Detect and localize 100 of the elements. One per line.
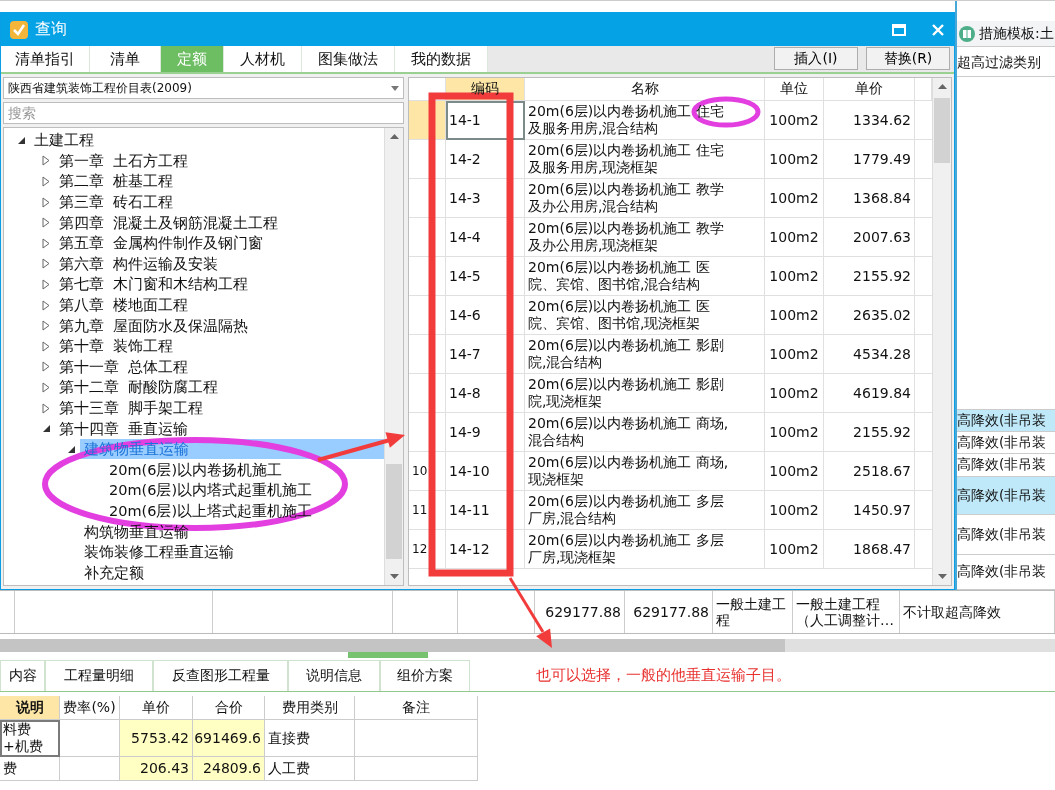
table-cell[interactable]: 100m2 xyxy=(765,335,824,374)
expand-triangle-icon[interactable] xyxy=(42,237,50,249)
expand-triangle-icon[interactable] xyxy=(42,196,50,208)
table-cell[interactable]: 100m2 xyxy=(765,491,824,530)
table-cell[interactable]: 14-12 xyxy=(446,530,525,569)
table-cell[interactable]: 2518.67 xyxy=(824,452,915,491)
expand-triangle-icon[interactable] xyxy=(42,278,50,290)
table-cell[interactable]: 2007.63 xyxy=(824,218,915,257)
collapse-triangle-icon[interactable] xyxy=(41,424,51,434)
table-cell[interactable]: 1368.84 xyxy=(824,179,915,218)
table-cell[interactable]: 14-1 xyxy=(446,101,525,140)
table-cell[interactable]: 2155.92 xyxy=(824,413,915,452)
scrollbar[interactable] xyxy=(0,639,1055,652)
tab[interactable]: 说明信息 xyxy=(288,660,380,691)
tree-item[interactable]: 第十章 装饰工程 xyxy=(55,336,384,357)
table-cell[interactable]: 4534.28 xyxy=(824,335,915,374)
collapse-triangle-icon[interactable] xyxy=(66,444,76,454)
table-cell[interactable]: 1334.62 xyxy=(824,101,915,140)
tab[interactable]: 我的数据 xyxy=(395,46,488,72)
tree-item[interactable]: 补充定额 xyxy=(80,562,384,583)
maximize-icon[interactable] xyxy=(892,23,906,36)
table-cell[interactable]: 14-2 xyxy=(446,140,525,179)
tab[interactable]: 反查图形工程量 xyxy=(153,660,288,691)
tab[interactable]: 人材机 xyxy=(224,46,302,72)
toolbar-button[interactable]: 插入(I) xyxy=(774,47,858,70)
tree-item[interactable]: 第二章 桩基工程 xyxy=(55,171,384,192)
table-cell[interactable]: 100m2 xyxy=(765,374,824,413)
table-cell[interactable]: 20m(6层)以内卷扬机施工 影剧院,现浇框架 xyxy=(525,374,765,413)
expand-triangle-icon[interactable] xyxy=(42,176,50,187)
scrollbar-thumb[interactable] xyxy=(934,98,950,163)
table-cell[interactable]: 14-4 xyxy=(446,218,525,257)
table-cell[interactable]: 100m2 xyxy=(765,101,824,140)
table-cell[interactable]: 14-8 xyxy=(446,374,525,413)
table-cell[interactable]: 100m2 xyxy=(765,452,824,491)
table-cell[interactable]: 2155.92 xyxy=(824,257,915,296)
scrollbar-thumb[interactable] xyxy=(386,464,402,559)
scrollbar[interactable] xyxy=(932,78,951,585)
expand-triangle-icon[interactable] xyxy=(42,258,50,270)
splitter-handle[interactable] xyxy=(348,652,428,658)
tab[interactable]: 组价方案 xyxy=(380,660,470,691)
table-cell[interactable]: 1868.47 xyxy=(824,530,915,569)
tree-item[interactable]: 装饰装修工程垂直运输 xyxy=(80,542,384,563)
expand-triangle-icon[interactable] xyxy=(42,217,50,229)
expand-triangle-icon[interactable] xyxy=(42,381,50,393)
search-field[interactable]: 搜索 xyxy=(3,102,404,124)
table-cell[interactable]: 20m(6层)以内卷扬机施工 商场,混合结构 xyxy=(525,413,765,452)
table-cell[interactable]: 100m2 xyxy=(765,530,824,569)
table-cell[interactable]: 20m(6层)以内卷扬机施工 医院、宾馆、图书馆,现浇框架 xyxy=(525,296,765,335)
table-cell[interactable]: 100m2 xyxy=(765,296,824,335)
table-cell[interactable]: 14-9 xyxy=(446,413,525,452)
table-cell[interactable]: 14-10 xyxy=(446,452,525,491)
table-cell[interactable]: 20m(6层)以内卷扬机施工 影剧院,混合结构 xyxy=(525,335,765,374)
expand-triangle-icon[interactable] xyxy=(42,340,50,352)
tab[interactable]: 清单指引 xyxy=(1,46,90,72)
tree-item[interactable]: 20m(6层)以内塔式起重机施工 xyxy=(105,480,384,501)
table-cell[interactable]: 20m(6层)以内卷扬机施工 医院、宾馆、图书馆,混合结构 xyxy=(525,257,765,296)
expand-triangle-icon[interactable] xyxy=(42,361,50,373)
table-cell[interactable]: 20m(6层)以内卷扬机施工 教学及办公用房,混合结构 xyxy=(525,179,765,218)
expand-triangle-icon[interactable] xyxy=(42,320,50,332)
expand-triangle-icon[interactable] xyxy=(42,155,50,167)
table-cell[interactable]: 100m2 xyxy=(765,257,824,296)
scrollbar[interactable] xyxy=(384,128,403,585)
tree-item[interactable]: 第六章 构件运输及安装 xyxy=(55,253,384,274)
tree-item[interactable]: 第三章 砖石工程 xyxy=(55,192,384,213)
table-cell[interactable]: 100m2 xyxy=(765,413,824,452)
table-cell[interactable]: 14-5 xyxy=(446,257,525,296)
table-cell[interactable]: 100m2 xyxy=(765,179,824,218)
table-cell[interactable]: 14-6 xyxy=(446,296,525,335)
library-dropdown[interactable]: 陕西省建筑装饰工程价目表(2009) xyxy=(3,77,404,99)
tab[interactable]: 清单 xyxy=(90,46,161,72)
tree-item[interactable]: 第十四章 垂直运输 xyxy=(55,418,384,439)
table-cell[interactable]: 2635.02 xyxy=(824,296,915,335)
table-cell[interactable]: 100m2 xyxy=(765,218,824,257)
table-cell[interactable]: 20m(6层)以内卷扬机施工 住宅及服务用房,混合结构 xyxy=(525,101,765,140)
expand-triangle-icon[interactable] xyxy=(42,402,50,414)
table-cell[interactable]: 14-7 xyxy=(446,335,525,374)
table-cell[interactable]: 1779.49 xyxy=(824,140,915,179)
table-cell[interactable]: 4619.84 xyxy=(824,374,915,413)
tree-item[interactable]: 第十一章 总体工程 xyxy=(55,356,384,377)
tab[interactable]: 内容 xyxy=(0,660,45,691)
tab[interactable]: 图集做法 xyxy=(302,46,395,72)
tree-item[interactable]: 第九章 屋面防水及保温隔热 xyxy=(55,315,384,336)
table-cell[interactable]: 14-11 xyxy=(446,491,525,530)
collapse-triangle-icon[interactable] xyxy=(16,135,26,145)
tree-item[interactable]: 20m(6层)以内卷扬机施工 xyxy=(105,459,384,480)
expand-triangle-icon[interactable] xyxy=(42,299,50,311)
table-cell[interactable]: 20m(6层)以内卷扬机施工 住宅及服务用房,现浇框架 xyxy=(525,140,765,179)
tree-item[interactable]: 第一章 土石方工程 xyxy=(55,150,384,171)
tree-item[interactable]: 第四章 混凝土及钢筋混凝土工程 xyxy=(55,212,384,233)
tree-item[interactable]: 第十三章 脚手架工程 xyxy=(55,398,384,418)
table-cell[interactable]: 100m2 xyxy=(765,140,824,179)
table-cell[interactable]: 1450.97 xyxy=(824,491,915,530)
table-cell[interactable]: 20m(6层)以内卷扬机施工 多层厂房,混合结构 xyxy=(525,491,765,530)
table-cell[interactable]: 14-3 xyxy=(446,179,525,218)
table-cell[interactable]: 20m(6层)以内卷扬机施工 教学及办公用房,现浇框架 xyxy=(525,218,765,257)
tree-item[interactable]: 土建工程 xyxy=(30,130,384,151)
toolbar-button[interactable]: 替换(R) xyxy=(866,47,950,70)
table-cell[interactable]: 20m(6层)以内卷扬机施工 商场,现浇框架 xyxy=(525,452,765,491)
tree-item[interactable]: 第五章 金属构件制作及钢门窗 xyxy=(55,233,384,254)
close-icon[interactable] xyxy=(932,23,944,36)
